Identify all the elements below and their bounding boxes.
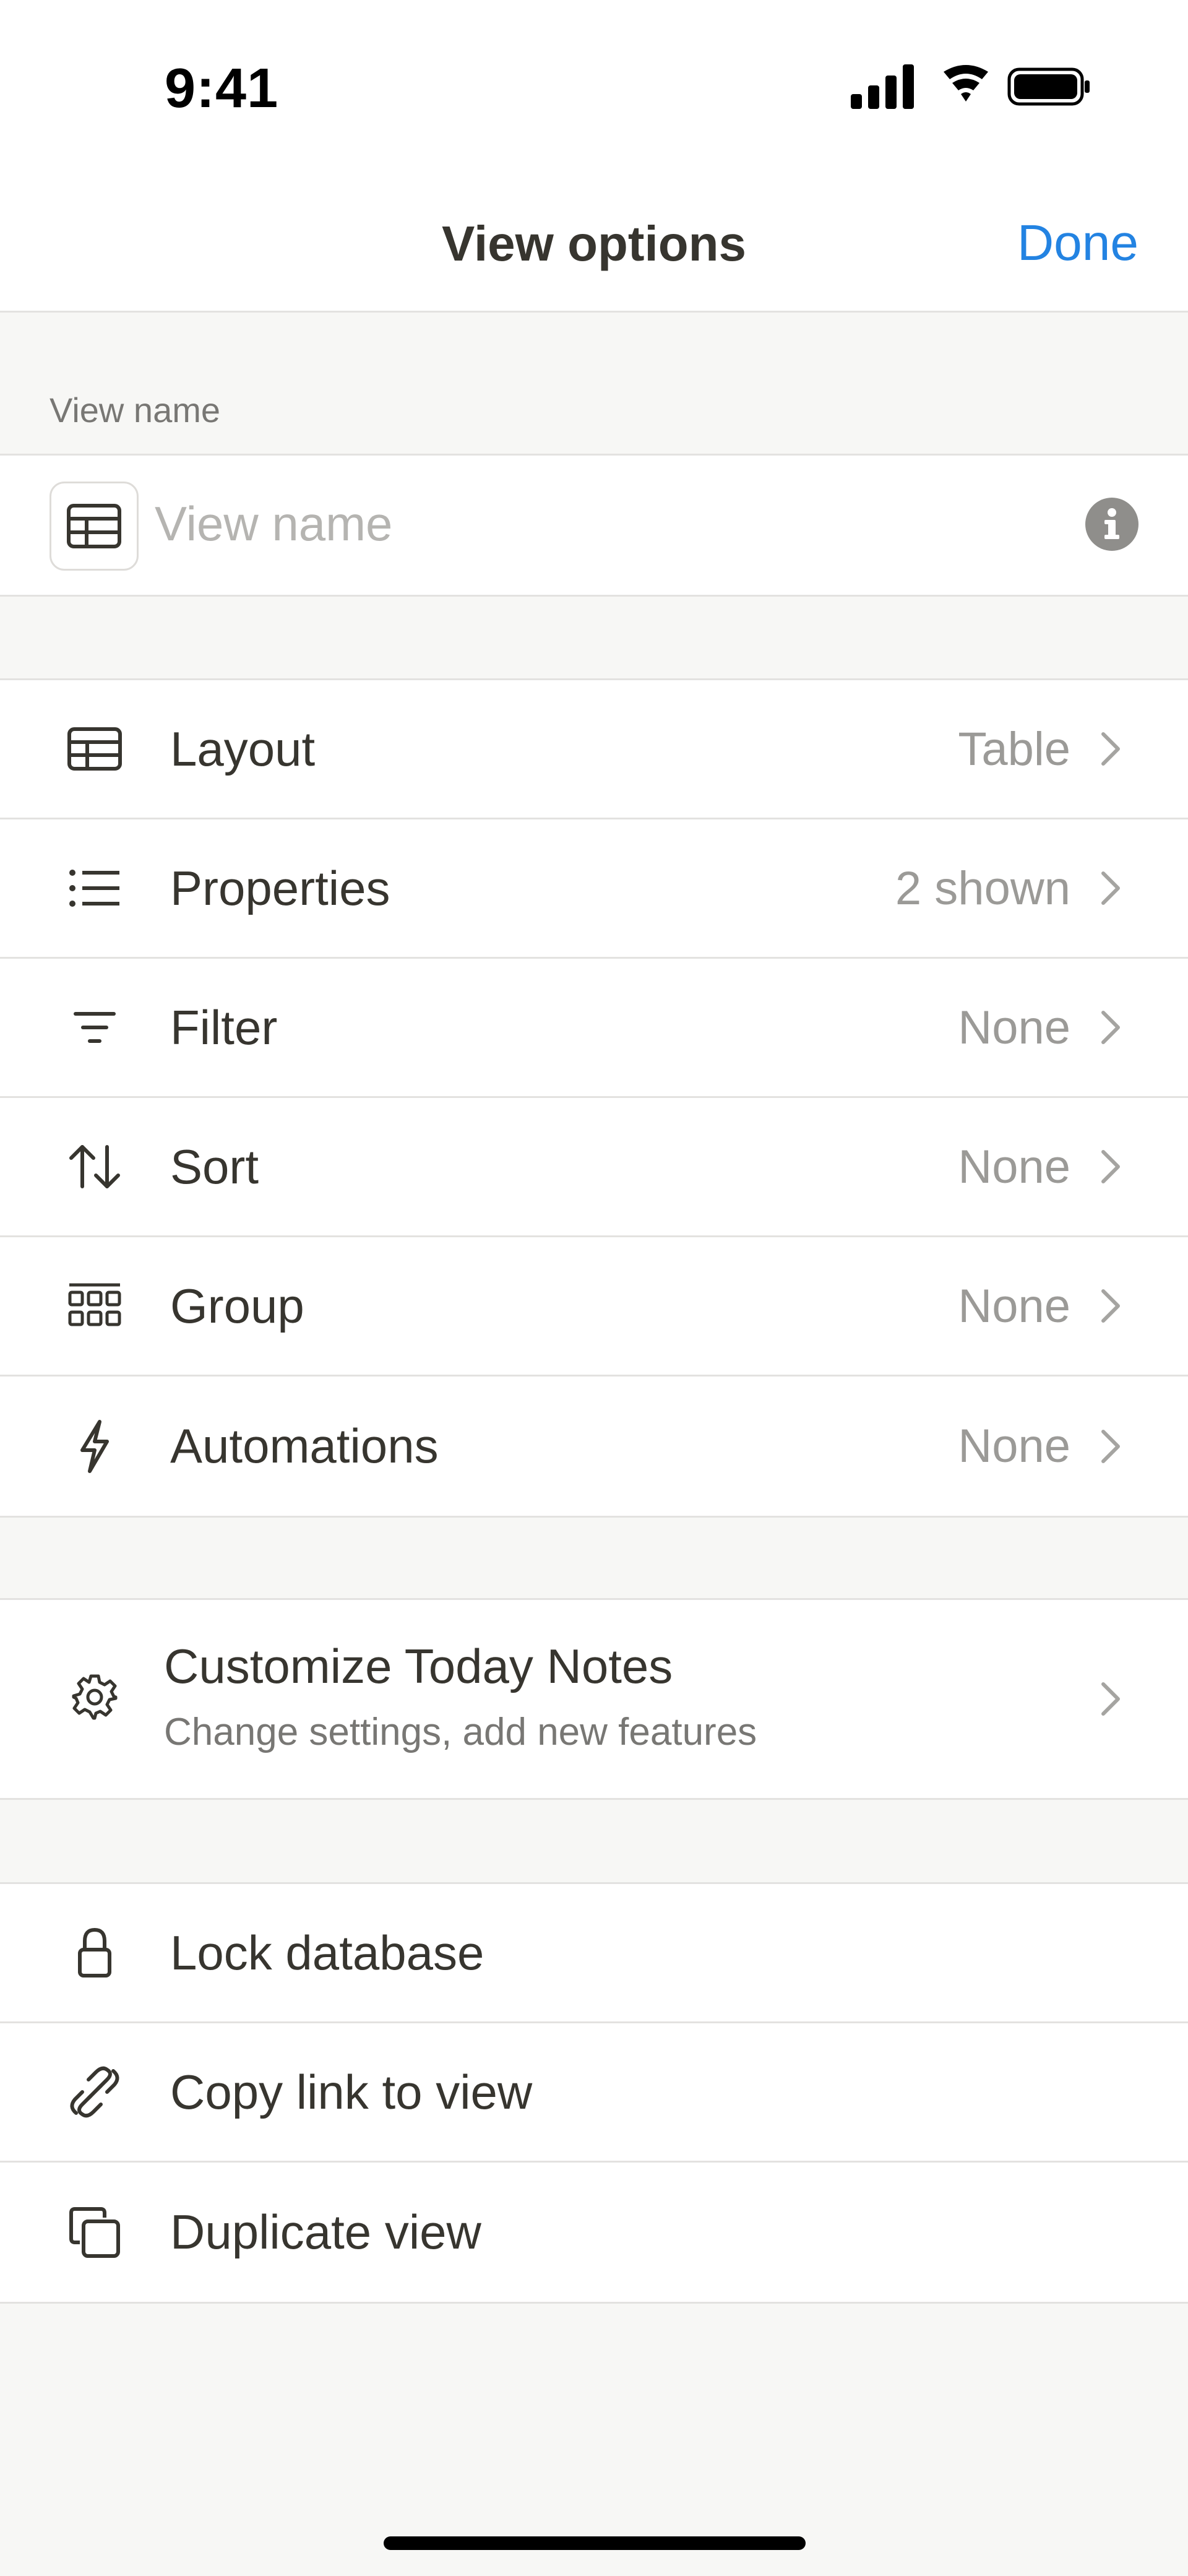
view-name-group: [0, 454, 1188, 597]
lightning-icon: [67, 1419, 123, 1474]
table-icon: [67, 721, 123, 777]
group-label: Group: [170, 1278, 304, 1333]
info-icon[interactable]: [1085, 498, 1138, 551]
properties-row[interactable]: Properties 2 shown: [0, 819, 1188, 959]
sort-icon: [67, 1139, 123, 1195]
view-name-section-label: View name: [50, 391, 221, 430]
group-icon: [67, 1278, 123, 1334]
duplicate-view-row[interactable]: Duplicate view: [0, 2163, 1188, 2302]
table-icon: [67, 504, 121, 548]
automations-label: Automations: [170, 1419, 439, 1473]
view-name-row: [0, 456, 1188, 595]
automations-value: None: [958, 1420, 1070, 1472]
chevron-right-icon: [1101, 1289, 1120, 1323]
copy-link-row[interactable]: Copy link to view: [0, 2023, 1188, 2163]
chevron-right-icon: [1101, 1011, 1120, 1044]
done-button[interactable]: Done: [1017, 214, 1138, 272]
nav-bar: View options Done: [0, 155, 1188, 313]
chevron-right-icon: [1101, 1150, 1120, 1183]
filter-row[interactable]: Filter None: [0, 959, 1188, 1098]
filter-icon: [67, 1000, 123, 1055]
customize-row[interactable]: Customize Today Notes Change settings, a…: [0, 1600, 1188, 1798]
chevron-right-icon: [1101, 732, 1120, 766]
filter-label: Filter: [170, 1000, 278, 1055]
layout-row[interactable]: Layout Table: [0, 680, 1188, 819]
duplicate-view-label: Duplicate view: [170, 2205, 481, 2259]
battery-icon: [1007, 67, 1090, 106]
sort-row[interactable]: Sort None: [0, 1098, 1188, 1237]
customize-title: Customize Today Notes: [164, 1639, 673, 1693]
filter-value: None: [958, 1001, 1070, 1054]
view-name-input[interactable]: [155, 486, 1052, 561]
chevron-right-icon: [1101, 1682, 1120, 1716]
customize-group: Customize Today Notes Change settings, a…: [0, 1598, 1188, 1800]
properties-value: 2 shown: [895, 862, 1070, 915]
status-icons: [851, 64, 1090, 109]
lock-icon: [67, 1925, 123, 1981]
home-indicator: [384, 2536, 806, 2550]
customize-subtitle: Change settings, add new features: [164, 1711, 757, 1753]
layout-label: Layout: [170, 721, 316, 776]
automations-row[interactable]: Automations None: [0, 1377, 1188, 1516]
settings-group: Layout Table Properties 2 shown Filter N…: [0, 678, 1188, 1518]
actions-group: Lock database Copy link to view Duplicat…: [0, 1882, 1188, 2304]
group-value: None: [958, 1279, 1070, 1333]
status-time: 9:41: [165, 58, 279, 119]
sort-label: Sort: [170, 1139, 259, 1194]
chevron-right-icon: [1101, 871, 1120, 905]
cellular-signal-icon: [851, 64, 914, 109]
page-title: View options: [442, 216, 746, 271]
lock-database-row[interactable]: Lock database: [0, 1884, 1188, 2023]
gear-icon: [67, 1669, 123, 1725]
group-row[interactable]: Group None: [0, 1237, 1188, 1377]
chevron-right-icon: [1101, 1429, 1120, 1463]
wifi-icon: [944, 65, 988, 102]
duplicate-icon: [67, 2205, 123, 2260]
link-icon: [67, 2064, 123, 2120]
sort-value: None: [958, 1140, 1070, 1193]
list-icon: [67, 860, 123, 916]
view-icon-picker[interactable]: [50, 482, 139, 571]
copy-link-label: Copy link to view: [170, 2064, 533, 2119]
lock-database-label: Lock database: [170, 1925, 484, 1980]
properties-label: Properties: [170, 860, 390, 915]
status-bar: 9:41: [0, 0, 1188, 155]
layout-value: Table: [958, 722, 1070, 776]
